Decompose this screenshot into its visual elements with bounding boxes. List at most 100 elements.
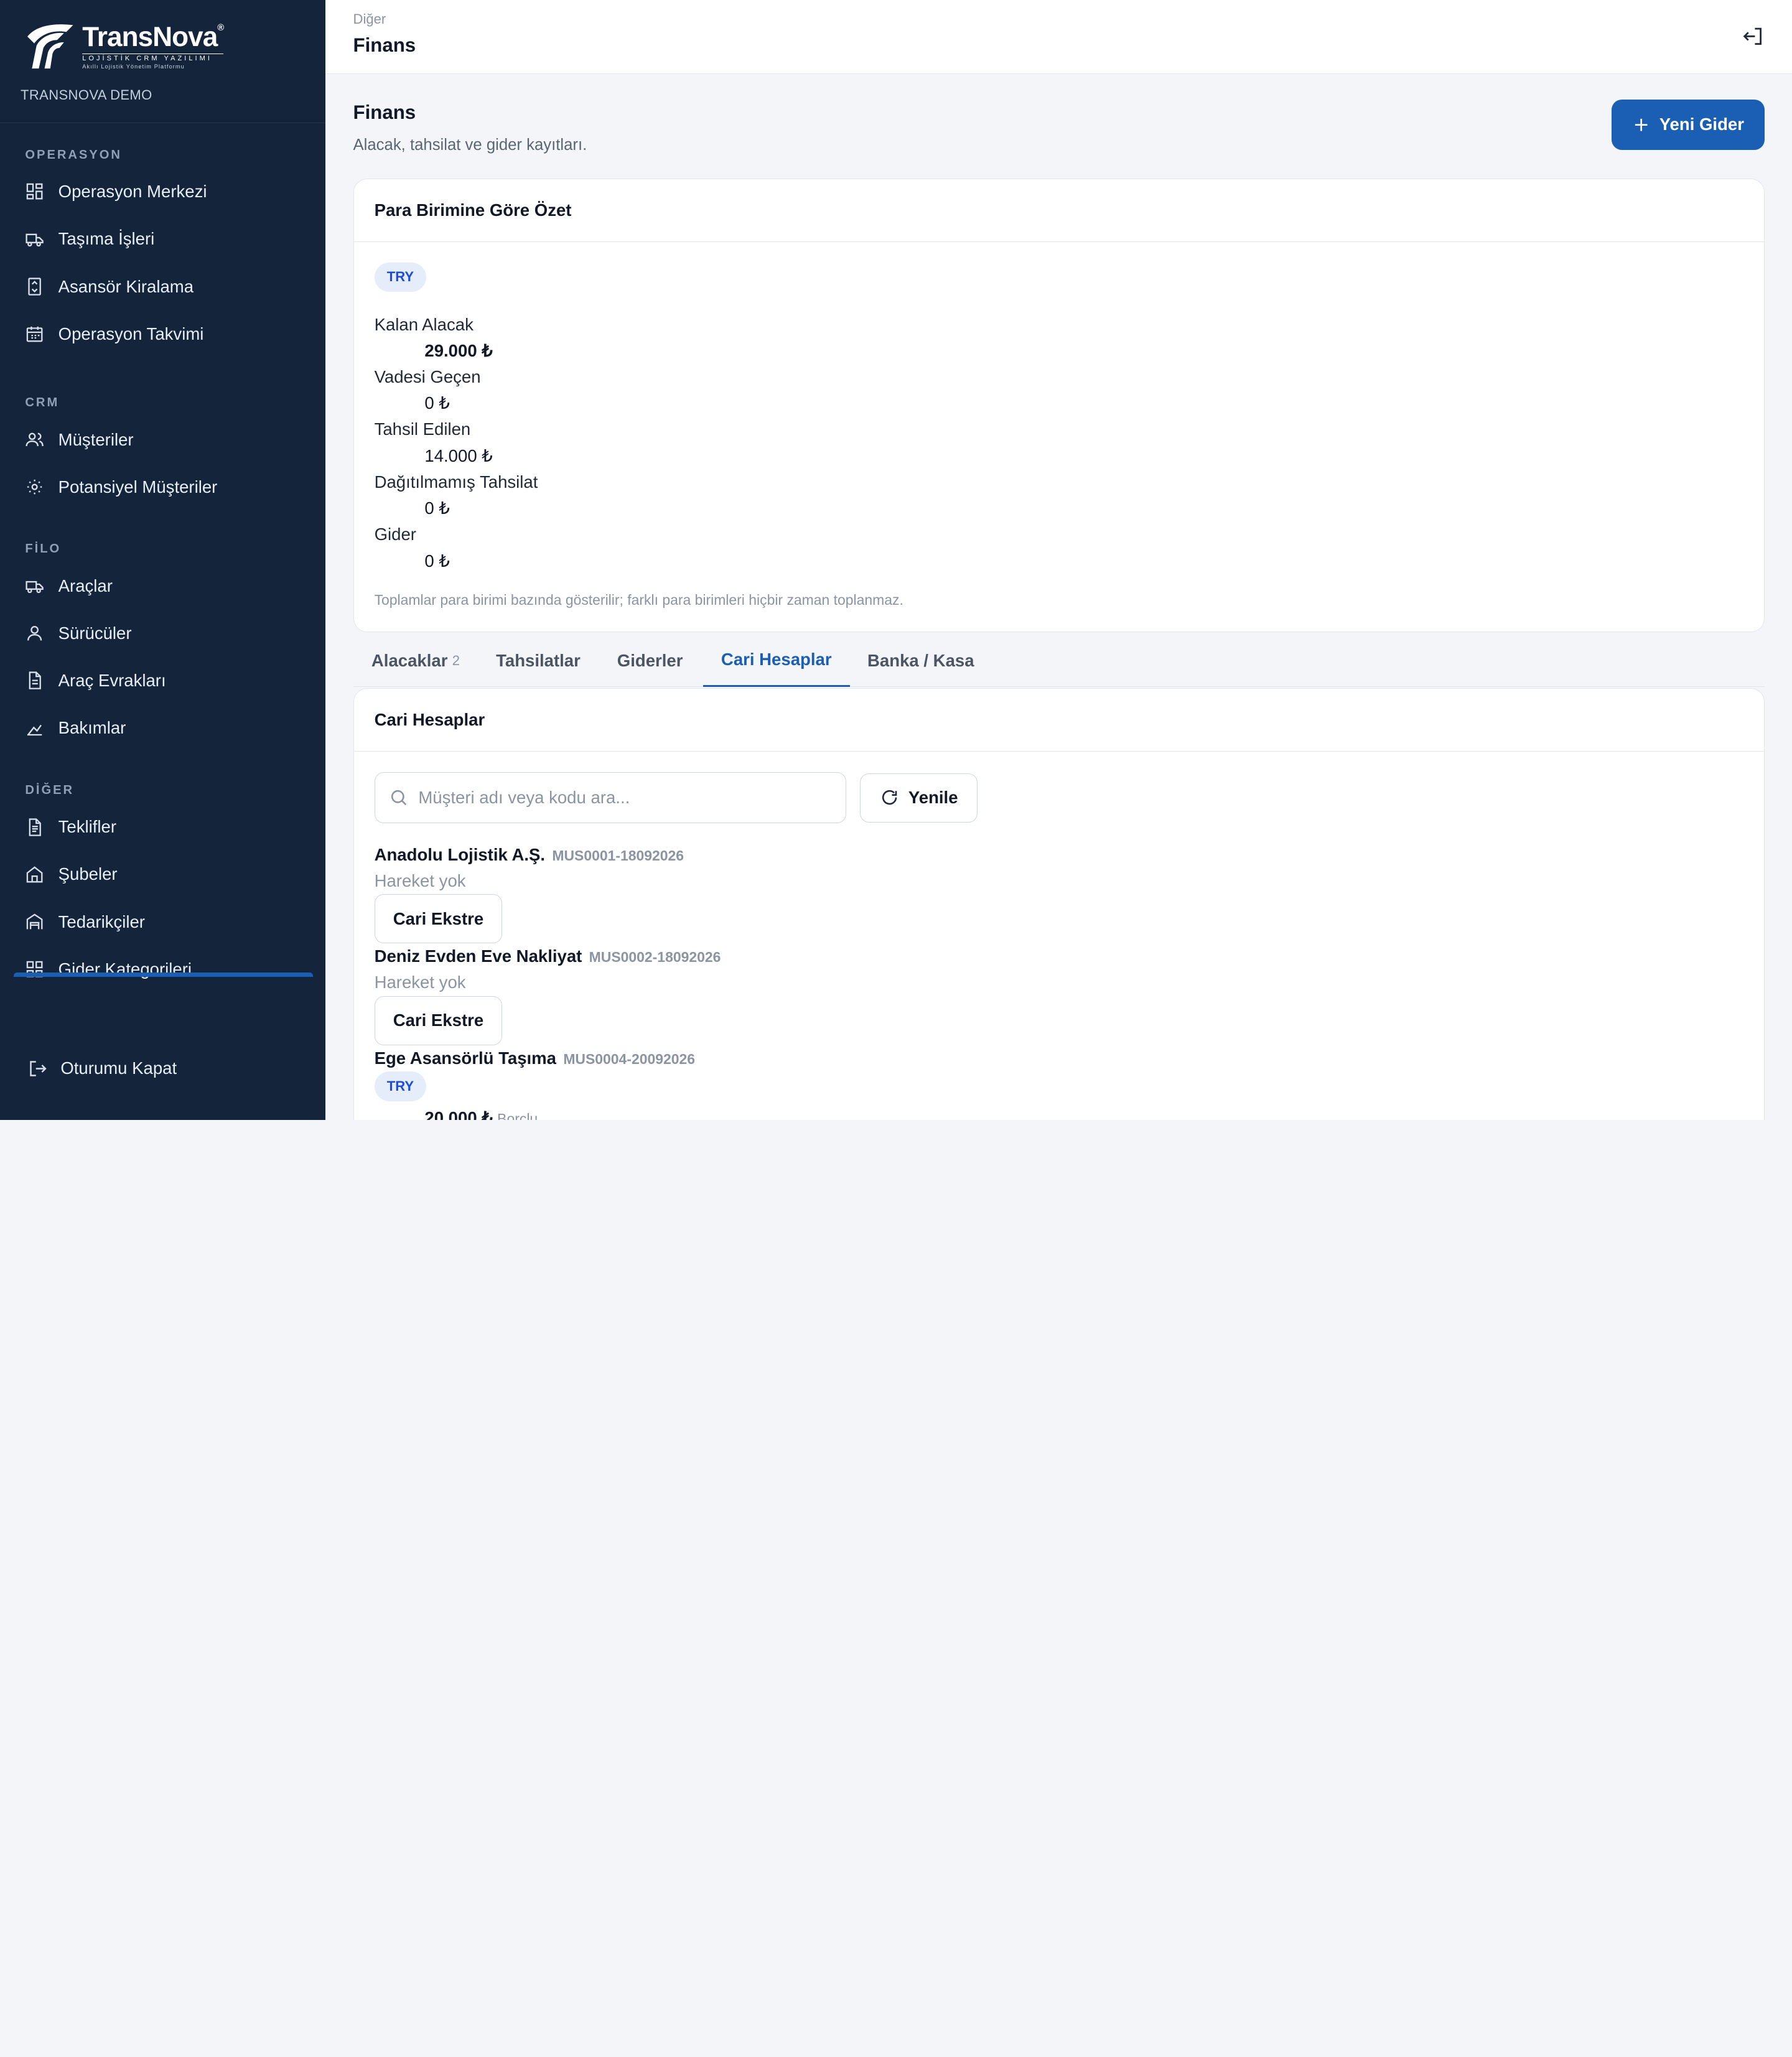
sidebar-nav: OPERASYON Operasyon Merkezi Taşıma İşler… (0, 123, 325, 993)
accounts-card: Cari Hesaplar Yenile Anadolu Lojistik A.… (353, 688, 1765, 1120)
warehouse-icon (27, 913, 43, 930)
calendar-icon (27, 327, 43, 342)
tab-alacaklar[interactable]: Alacaklar 2 (353, 634, 478, 686)
users-icon (26, 432, 44, 447)
search-icon (391, 790, 406, 806)
account-name: Deniz Evden Eve Nakliyat (374, 946, 582, 966)
refresh-icon (882, 790, 897, 805)
section-filo: FİLO (25, 542, 62, 556)
wrench-icon (27, 724, 42, 735)
refresh-label: Yenile (908, 788, 958, 808)
account-status: Hareket yok (374, 973, 466, 992)
summary-stats: Kalan Alacak 29.000 ₺ Vadesi Geçen 0 ₺ T… (375, 312, 538, 574)
sidebar-item-operasyon-takvimi[interactable]: Operasyon Takvimi (0, 310, 325, 358)
sidebar-item-active-indicator[interactable] (14, 973, 314, 977)
topbar: Diğer Finans (325, 0, 1792, 75)
breadcrumb[interactable]: Diğer (353, 11, 386, 27)
currency-summary-card: Para Birimine Göre Özet TRY Kalan Alacak… (353, 178, 1765, 632)
tab-giderler[interactable]: Giderler (599, 634, 701, 686)
logout-label: Oturumu Kapat (60, 1058, 177, 1078)
logo[interactable]: TransNova® LOJİSTİK CRM YAZILIMI Akıllı … (21, 21, 305, 73)
sidebar-item-label: Şubeler (58, 864, 118, 884)
stat-label: Tahsil Edilen (374, 419, 471, 439)
account-list-item: Deniz Evden Eve Nakliyat MUS0002-1809202… (374, 943, 721, 1045)
new-expense-button[interactable]: Yeni Gider (1611, 99, 1765, 150)
section-crm: CRM (25, 396, 60, 410)
account-list-item: Anadolu Lojistik A.Ş. MUS0001-18092026 H… (374, 842, 684, 944)
sidebar-item-label: Potansiyel Müşteriler (58, 477, 218, 497)
account-statement-button[interactable]: Cari Ekstre (374, 894, 503, 944)
account-list-item: Ege Asansörlü Taşıma MUS0004-20092026 TR… (374, 1045, 695, 1120)
account-name-row[interactable]: Deniz Evden Eve Nakliyat MUS0002-1809202… (375, 943, 721, 969)
sidebar-item-arac-evraklari[interactable]: Araç Evrakları (0, 657, 325, 704)
sidebar-item-operasyon-merkezi[interactable]: Operasyon Merkezi (0, 168, 325, 215)
dashboard-icon (27, 184, 43, 200)
section-operasyon: OPERASYON (25, 147, 122, 162)
sidebar-item-musteriler[interactable]: Müşteriler (0, 416, 325, 463)
sidebar: TransNova® LOJİSTİK CRM YAZILIMI Akıllı … (0, 0, 326, 1120)
brand-header: TransNova® LOJİSTİK CRM YAZILIMI Akıllı … (0, 0, 326, 124)
sidebar-item-tasima-isleri[interactable]: Taşıma İşleri (0, 215, 325, 263)
organization-name: TRANSNOVA DEMO (21, 86, 152, 103)
sidebar-item-subeler[interactable]: Şubeler (0, 851, 325, 898)
stat-value: 0 ₺ (424, 498, 450, 518)
logout-icon (30, 1061, 47, 1076)
sidebar-item-gider-kategorileri[interactable]: Gider Kategorileri (0, 946, 325, 993)
sidebar-item-label: Araç Evrakları (58, 671, 166, 691)
tab-tahsilatlar[interactable]: Tahsilatlar (478, 634, 599, 686)
branch-icon (27, 866, 43, 883)
account-code: MUS0002-18092026 (589, 949, 721, 966)
account-name: Ege Asansörlü Taşıma (374, 1048, 556, 1068)
account-name: Anadolu Lojistik A.Ş. (374, 844, 546, 864)
account-search[interactable] (374, 772, 847, 824)
account-amount: 20.000 ₺ (424, 1108, 493, 1120)
brand-tagline: LOJİSTİK CRM YAZILIMI (82, 53, 224, 62)
account-code: MUS0004-20092026 (563, 1050, 696, 1067)
sidebar-item-suruculer[interactable]: Sürücüler (0, 610, 325, 657)
account-name-row[interactable]: Ege Asansörlü Taşıma MUS0004-20092026 (375, 1045, 695, 1071)
sidebar-item-asansor-kiralama[interactable]: Asansör Kiralama (0, 263, 325, 310)
summary-card-title: Para Birimine Göre Özet (353, 179, 1764, 242)
new-expense-label: Yeni Gider (1659, 114, 1744, 134)
sidebar-item-tedarikciler[interactable]: Tedarikçiler (0, 898, 325, 945)
sidebar-item-araclar[interactable]: Araçlar (0, 562, 325, 610)
account-statement-button[interactable]: Cari Ekstre (374, 996, 503, 1045)
refresh-button[interactable]: Yenile (860, 773, 978, 823)
sidebar-item-potansiyel-musteriler[interactable]: Potansiyel Müşteriler (0, 464, 325, 511)
sidebar-item-bakimlar[interactable]: Bakımlar (0, 704, 325, 752)
account-name-row[interactable]: Anadolu Lojistik A.Ş. MUS0001-18092026 (375, 842, 684, 868)
summary-note: Toplamlar para birimi bazında gösterilir… (374, 591, 903, 608)
sidebar-item-label: Operasyon Takvimi (58, 324, 204, 343)
vehicle-icon (26, 581, 44, 594)
account-currency-badge: TRY (374, 1071, 427, 1101)
logout-button[interactable]: Oturumu Kapat (27, 1058, 177, 1079)
brand-subtitle: Akıllı Lojistik Yönetim Platformu (82, 63, 185, 70)
sidebar-item-label: Bakımlar (58, 718, 126, 738)
tab-label: Cari Hesaplar (721, 650, 832, 669)
tab-label: Tahsilatlar (496, 650, 581, 670)
brand-registered: ® (217, 23, 224, 34)
app-window: TransNova® LOJİSTİK CRM YAZILIMI Akıllı … (0, 0, 1792, 1120)
stat-label: Dağıtılmamış Tahsilat (374, 472, 538, 492)
search-input[interactable] (418, 788, 830, 808)
sidebar-item-label: Tedarikçiler (58, 912, 145, 931)
stat-label: Vadesi Geçen (374, 367, 481, 387)
tab-label: Giderler (617, 650, 683, 670)
sparkle-icon (27, 480, 42, 495)
page-subtitle: Alacak, tahsilat ve gider kayıtları. (353, 136, 587, 154)
brand-name: TransNova® (82, 23, 224, 51)
page-title: Finans (353, 101, 416, 124)
tab-label: Banka / Kasa (867, 650, 974, 670)
stat-label: Kalan Alacak (374, 314, 474, 334)
tab-count-badge: 2 (452, 652, 460, 668)
elevator-icon (28, 278, 42, 296)
sidebar-item-teklifler[interactable]: Teklifler (0, 803, 325, 851)
stat-label: Gider (374, 525, 416, 544)
finance-tabs: Alacaklar 2 Tahsilatlar Giderler Cari Hes… (353, 634, 1765, 687)
stat-value: 14.000 ₺ (424, 445, 493, 465)
sign-out-icon[interactable] (1742, 25, 1765, 48)
tab-label: Alacaklar (371, 650, 448, 670)
sidebar-item-label: Teklifler (58, 817, 117, 837)
tab-cari-hesaplar[interactable]: Cari Hesaplar (702, 634, 850, 687)
tab-banka-kasa[interactable]: Banka / Kasa (849, 634, 992, 686)
